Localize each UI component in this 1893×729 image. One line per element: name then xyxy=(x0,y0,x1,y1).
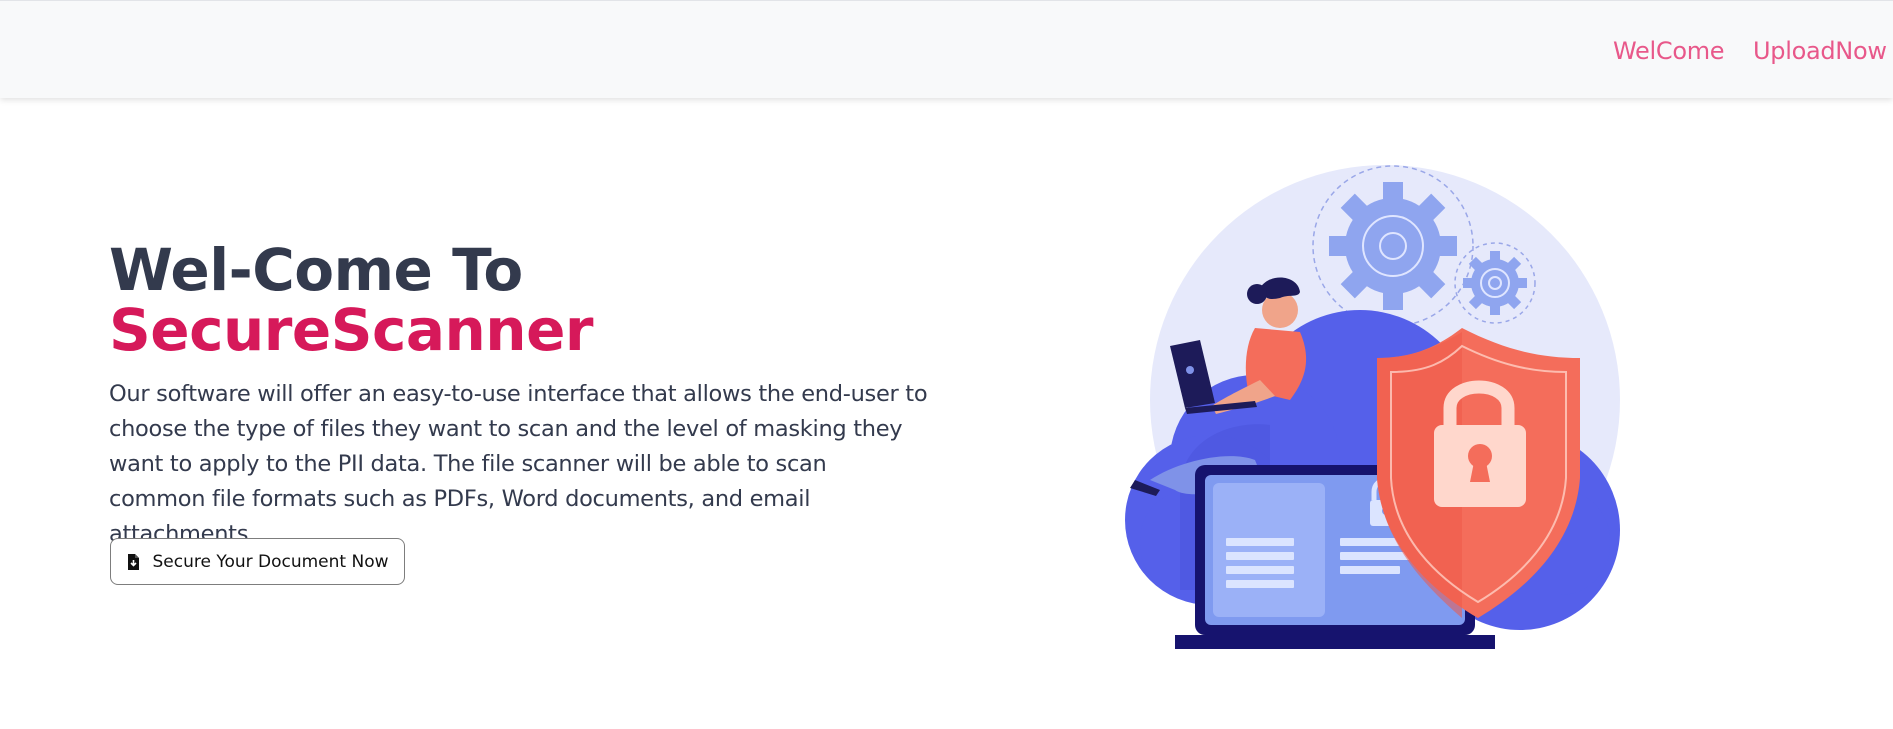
navbar: WelCome UploadNow xyxy=(0,0,1893,98)
hero-title: Wel-Come To SecureScanner xyxy=(109,236,594,364)
secure-document-button[interactable]: Secure Your Document Now xyxy=(110,538,405,585)
hero-description: Our software will offer an easy-to-use i… xyxy=(109,381,928,547)
nav-link-welcome[interactable]: WelCome xyxy=(1613,37,1725,65)
secure-document-button-label: Secure Your Document Now xyxy=(152,551,389,572)
nav-link-upload-now[interactable]: UploadNow xyxy=(1753,37,1887,65)
security-illustration xyxy=(1120,160,1640,660)
hero-title-line-1: Wel-Come To xyxy=(109,236,523,304)
file-download-icon xyxy=(126,553,140,570)
hero-title-brand: SecureScanner xyxy=(109,296,594,364)
